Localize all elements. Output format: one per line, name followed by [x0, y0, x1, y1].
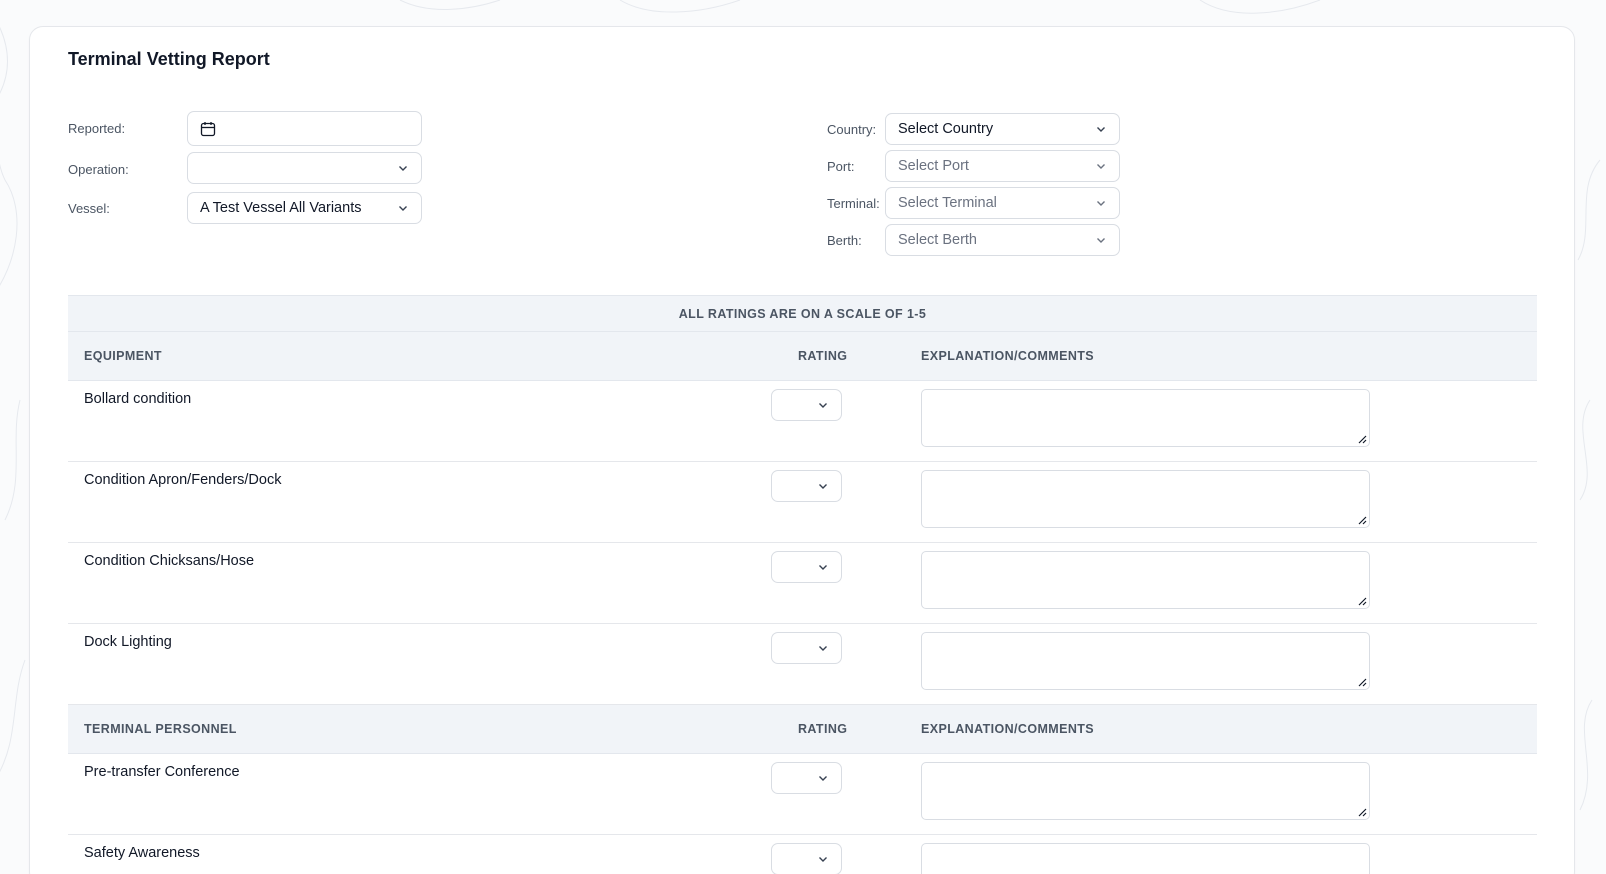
chevron-down-icon — [1097, 238, 1105, 243]
chevron-down-icon — [819, 646, 827, 651]
reported-date-field[interactable] — [187, 111, 422, 146]
table-row: Pre-transfer Conference — [68, 754, 1537, 835]
chevron-down-icon — [819, 484, 827, 489]
chevron-down-icon — [399, 206, 407, 211]
rating-select[interactable] — [771, 551, 842, 583]
chevron-down-icon — [819, 776, 827, 781]
vessel-select[interactable]: A Test Vessel All Variants — [187, 192, 422, 224]
section-header-terminal-personnel: TERMINAL PERSONNEL RATING EXPLANATION/CO… — [68, 705, 1537, 754]
section-name: EQUIPMENT — [84, 349, 162, 363]
rating-select[interactable] — [771, 470, 842, 502]
comments-textarea[interactable] — [921, 843, 1370, 874]
vessel-value: A Test Vessel All Variants — [200, 200, 362, 216]
operation-label: Operation: — [68, 162, 129, 177]
item-label: Condition Chicksans/Hose — [84, 553, 255, 569]
section-header-equipment: EQUIPMENT RATING EXPLANATION/COMMENTS — [68, 332, 1537, 381]
operation-select[interactable] — [187, 152, 422, 184]
table-row: Condition Chicksans/Hose — [68, 543, 1537, 624]
page-title: Terminal Vetting Report — [68, 49, 270, 69]
comments-column-header: EXPLANATION/COMMENTS — [921, 722, 1095, 736]
resize-grip-icon[interactable] — [1355, 805, 1367, 817]
terminal-label: Terminal: — [827, 196, 880, 211]
comments-textarea[interactable] — [921, 632, 1370, 690]
terminal-value: Select Terminal — [898, 195, 997, 211]
berth-value: Select Berth — [898, 232, 977, 248]
comments-column-header: EXPLANATION/COMMENTS — [921, 349, 1095, 363]
ratings-table: ALL RATINGS ARE ON A SCALE OF 1-5 EQUIPM… — [68, 295, 1537, 874]
country-value: Select Country — [898, 121, 994, 137]
berth-label: Berth: — [827, 233, 862, 248]
item-label: Pre-transfer Conference — [84, 764, 240, 780]
table-row: Dock Lighting — [68, 624, 1537, 705]
comments-textarea[interactable] — [921, 762, 1370, 820]
comments-textarea[interactable] — [921, 389, 1370, 447]
section-name: TERMINAL PERSONNEL — [84, 722, 237, 736]
country-label: Country: — [827, 122, 877, 137]
ratings-scale-banner: ALL RATINGS ARE ON A SCALE OF 1-5 — [68, 295, 1537, 332]
terminal-select[interactable]: Select Terminal — [885, 187, 1120, 219]
rating-select[interactable] — [771, 843, 842, 874]
chevron-down-icon — [1097, 127, 1105, 132]
vessel-label: Vessel: — [68, 201, 110, 216]
item-label: Condition Apron/Fenders/Dock — [84, 472, 282, 488]
rating-column-header: RATING — [798, 722, 848, 736]
chevron-down-icon — [819, 403, 827, 408]
chevron-down-icon — [819, 565, 827, 570]
item-label: Safety Awareness — [84, 845, 200, 861]
table-row: Bollard condition — [68, 381, 1537, 462]
chevron-down-icon — [819, 857, 827, 862]
vetting-report-card: Terminal Vetting Report Reported: Operat… — [29, 26, 1575, 874]
port-value: Select Port — [898, 158, 969, 174]
table-row: Condition Apron/Fenders/Dock — [68, 462, 1537, 543]
resize-grip-icon[interactable] — [1355, 432, 1367, 444]
reported-label: Reported: — [68, 121, 126, 136]
resize-grip-icon[interactable] — [1355, 594, 1367, 606]
comments-textarea[interactable] — [921, 551, 1370, 609]
item-label: Dock Lighting — [84, 634, 172, 650]
berth-select[interactable]: Select Berth — [885, 224, 1120, 256]
rating-select[interactable] — [771, 632, 842, 664]
port-label: Port: — [827, 159, 855, 174]
rating-select[interactable] — [771, 762, 842, 794]
table-row: Safety Awareness — [68, 835, 1537, 874]
country-select[interactable]: Select Country — [885, 113, 1120, 145]
item-label: Bollard condition — [84, 391, 192, 407]
chevron-down-icon — [1097, 164, 1105, 169]
rating-select[interactable] — [771, 389, 842, 421]
comments-textarea[interactable] — [921, 470, 1370, 528]
rating-column-header: RATING — [798, 349, 848, 363]
resize-grip-icon[interactable] — [1355, 513, 1367, 525]
port-select[interactable]: Select Port — [885, 150, 1120, 182]
chevron-down-icon — [1097, 201, 1105, 206]
resize-grip-icon[interactable] — [1355, 675, 1367, 687]
chevron-down-icon — [399, 166, 407, 171]
calendar-icon — [200, 121, 216, 136]
